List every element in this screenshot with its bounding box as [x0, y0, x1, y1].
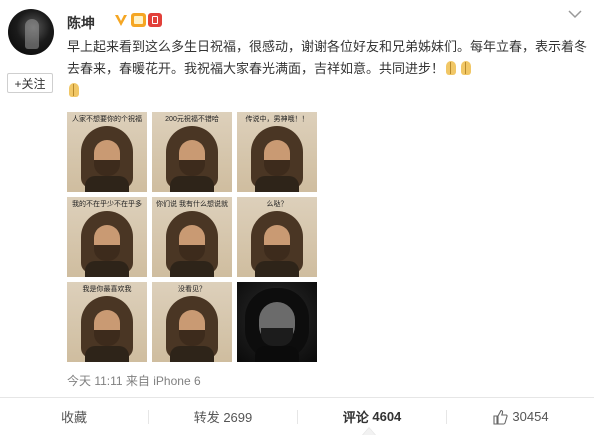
- thumb-body: [85, 346, 129, 362]
- thumb-caption: 么哒？: [266, 201, 288, 208]
- image-thumbnail[interactable]: 人家不想要你的个祝福: [67, 112, 147, 192]
- image-thumbnail[interactable]: 传说中，男神哦！！: [237, 112, 317, 192]
- avatar-figure: [25, 19, 39, 49]
- post-text: 早上起来看到这么多生日祝福，很感动，谢谢各位好友和兄弟姊妹们。每年立春，表示着冬…: [67, 39, 588, 76]
- user-avatar[interactable]: [8, 9, 54, 55]
- comment-count: 4604: [372, 409, 402, 424]
- red-badge-icon[interactable]: [148, 13, 162, 27]
- image-thumbnail[interactable]: 没看见？: [152, 282, 232, 362]
- thumb-body: [85, 261, 129, 277]
- thumb-body: [255, 176, 299, 192]
- pray-emoji-icon: [444, 61, 458, 76]
- chevron-down-icon[interactable]: [568, 9, 582, 19]
- thumb-caption: 没看见？: [178, 286, 206, 293]
- thumb-body: [255, 261, 299, 277]
- thumb-caption: 传说中，男神哦！！: [245, 116, 309, 123]
- post-text-block: 早上起来看到这么多生日祝福，很感动，谢谢各位好友和兄弟姊妹们。每年立春，表示着冬…: [67, 36, 587, 102]
- thumbs-up-icon: [493, 409, 509, 425]
- image-thumbnail[interactable]: [237, 282, 317, 362]
- thumb-caption: 你们说 我有什么想说就说一下: [156, 201, 228, 208]
- thumb-caption: 200元祝福不错哈: [165, 116, 219, 123]
- repost-button[interactable]: 转发 2699: [149, 398, 297, 435]
- thumb-body: [170, 346, 214, 362]
- thumb-body: [255, 346, 299, 362]
- thumb-body: [85, 176, 129, 192]
- thumb-caption: 我是你最喜欢我: [82, 286, 132, 293]
- image-thumbnail[interactable]: 你们说 我有什么想说就说一下: [152, 197, 232, 277]
- member-badge-icon[interactable]: [131, 13, 146, 27]
- comment-label: 评论: [342, 410, 369, 425]
- thumb-caption: 我的不在乎少不在乎多: [72, 201, 142, 208]
- repost-label: 转发 2699: [193, 410, 253, 425]
- favorite-button[interactable]: 收藏: [0, 398, 148, 435]
- follow-button[interactable]: +关注: [7, 73, 53, 93]
- post-meta: 今天 11:11 来自 iPhone 6: [67, 374, 201, 388]
- thumb-beard: [261, 328, 293, 346]
- image-thumbnail[interactable]: 我的不在乎少不在乎多: [67, 197, 147, 277]
- verified-icon: [115, 15, 127, 26]
- comment-caret: [362, 427, 376, 435]
- thumb-body: [170, 176, 214, 192]
- favorite-label: 收藏: [60, 410, 87, 425]
- like-button[interactable]: 30454: [447, 398, 594, 435]
- author-name[interactable]: 陈坤: [67, 13, 95, 33]
- action-bar: 收藏 转发 2699 评论 4604 30454: [0, 398, 594, 435]
- pray-emoji-icon: [67, 83, 81, 98]
- thumb-caption: 人家不想要你的个祝福: [72, 116, 142, 123]
- image-thumbnail[interactable]: 200元祝福不错哈: [152, 112, 232, 192]
- thumb-body: [170, 261, 214, 277]
- pray-emoji-icon: [459, 61, 473, 76]
- follow-label: +关注: [14, 76, 46, 91]
- image-thumbnail[interactable]: 我是你最喜欢我: [67, 282, 147, 362]
- like-count: 30454: [512, 409, 549, 424]
- image-thumbnail[interactable]: 么哒？: [237, 197, 317, 277]
